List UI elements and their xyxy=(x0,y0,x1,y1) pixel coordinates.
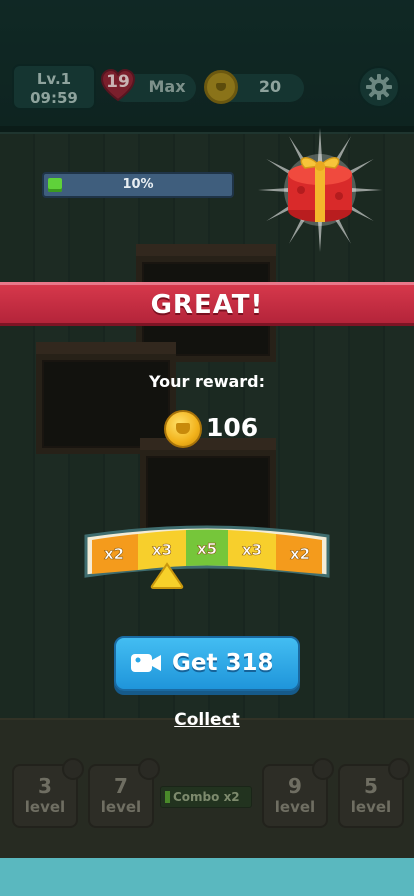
gear-icon xyxy=(366,74,392,100)
level-tile-locked[interactable]: 3 level xyxy=(12,758,84,828)
timer-text: 09:59 xyxy=(30,89,78,107)
combo-bar xyxy=(165,791,170,803)
multiplier-label: x3 xyxy=(242,541,262,559)
coin-icon xyxy=(164,410,202,448)
multiplier-label: x2 xyxy=(290,545,310,563)
level-tile-locked[interactable]: 9 level xyxy=(262,758,334,828)
hearts-count: 19 xyxy=(106,72,130,92)
collect-link[interactable]: Collect xyxy=(0,710,414,730)
video-camera-icon xyxy=(131,654,161,672)
multiplier-label: x3 xyxy=(152,541,172,559)
gift-icon xyxy=(288,157,352,222)
combo-indicator: Combo x2 xyxy=(160,786,252,808)
get-button-label: Get 318 xyxy=(172,650,274,676)
level-timer-box: Lv.1 09:59 xyxy=(12,64,96,110)
progress-bar: 10% xyxy=(42,172,234,198)
reward-amount: 106 xyxy=(206,413,259,442)
bottom-band xyxy=(0,858,414,896)
lock-icon xyxy=(138,758,160,780)
result-banner: GREAT! xyxy=(0,282,414,326)
banner-title: GREAT! xyxy=(150,290,264,320)
multiplier-bar: x2 x3 x5 x3 x2 xyxy=(84,525,330,578)
tile-label: level xyxy=(350,798,392,816)
multiplier-label: x2 xyxy=(104,545,124,563)
tile-label: level xyxy=(274,798,316,816)
tile-label: level xyxy=(100,798,142,816)
lock-icon xyxy=(62,758,84,780)
hearts-status: Max xyxy=(148,77,186,96)
progress-label: 10% xyxy=(122,177,154,192)
reward-label: Your reward: xyxy=(148,372,266,391)
combo-label: Combo x2 xyxy=(173,790,240,804)
level-tile-locked[interactable]: 7 level xyxy=(88,758,160,828)
multiplier-label: x5 xyxy=(197,540,217,558)
watch-video-get-button[interactable]: Get 318 xyxy=(114,636,300,691)
multiplier-pointer xyxy=(150,562,184,589)
settings-button[interactable] xyxy=(358,66,400,108)
lock-icon xyxy=(312,758,334,780)
level-tile-locked[interactable]: 5 level xyxy=(338,758,410,828)
tile-label: level xyxy=(24,798,66,816)
coin-icon xyxy=(204,70,238,104)
level-label: Lv.1 xyxy=(36,70,72,88)
lock-icon xyxy=(388,758,410,780)
coins-value: 20 xyxy=(258,77,282,96)
